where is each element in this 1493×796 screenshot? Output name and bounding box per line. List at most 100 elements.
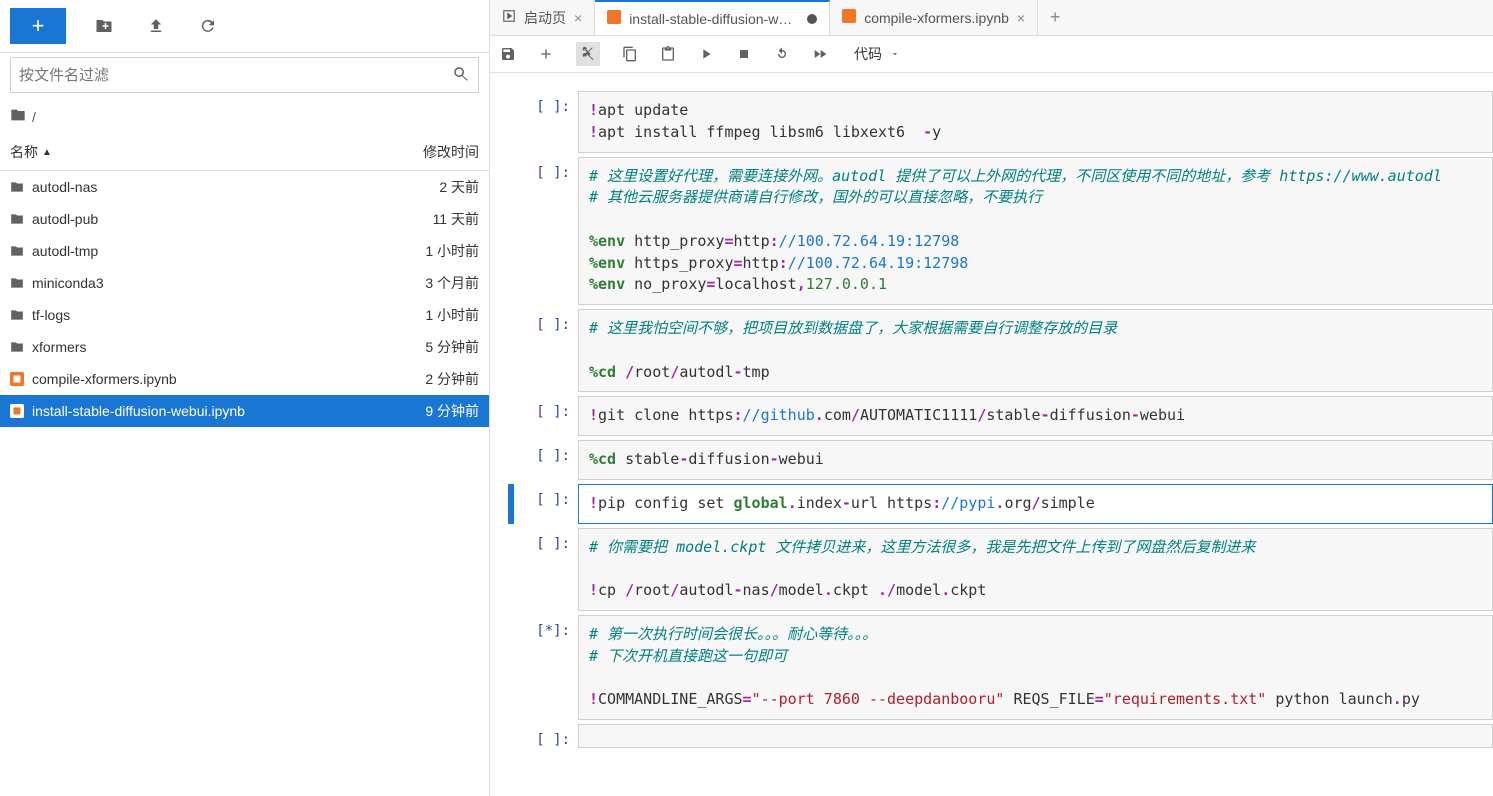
file-modified: 5 分钟前 bbox=[379, 337, 479, 357]
cut-icon[interactable] bbox=[576, 42, 600, 66]
chevron-down-icon bbox=[890, 46, 900, 62]
breadcrumb[interactable]: / bbox=[0, 101, 489, 134]
close-icon[interactable]: × bbox=[1017, 10, 1025, 26]
run-icon[interactable] bbox=[698, 46, 714, 62]
header-name[interactable]: 名称▲ bbox=[0, 134, 359, 170]
folder-icon bbox=[10, 180, 24, 194]
code-cell[interactable]: [ ]:# 你需要把 model.ckpt 文件拷贝进来，这里方法很多，我是先把… bbox=[490, 528, 1493, 611]
cell-prompt: [ ]: bbox=[520, 91, 578, 153]
file-row[interactable]: autodl-tmp 1 小时前 bbox=[0, 235, 489, 267]
breadcrumb-root: / bbox=[32, 109, 36, 125]
filter-input[interactable] bbox=[19, 67, 452, 84]
notebook-toolbar: 代码 bbox=[490, 36, 1493, 73]
code-cell[interactable]: [ ]:!pip config set global.index-url htt… bbox=[490, 484, 1493, 524]
cell-input[interactable]: # 你需要把 model.ckpt 文件拷贝进来，这里方法很多，我是先把文件上传… bbox=[578, 528, 1493, 611]
tab-label: install-stable-diffusion-webu bbox=[629, 11, 799, 27]
file-browser-sidebar: + / 名称▲ 修改时间 autodl-nas 2 天前 autodl-pub … bbox=[0, 0, 490, 796]
file-name: autodl-nas bbox=[32, 179, 379, 195]
cell-prompt: [ ]: bbox=[520, 309, 578, 392]
file-modified: 9 分钟前 bbox=[379, 401, 479, 421]
folder-icon bbox=[10, 212, 24, 226]
cell-input[interactable]: %cd stable-diffusion-webui bbox=[578, 440, 1493, 480]
file-list: autodl-nas 2 天前 autodl-pub 11 天前 autodl-… bbox=[0, 171, 489, 796]
code-cell[interactable]: [ ]:%cd stable-diffusion-webui bbox=[490, 440, 1493, 480]
cell-input[interactable]: # 第一次执行时间会很长。。。耐心等待。。。 # 下次开机直接跑这一句即可 !C… bbox=[578, 615, 1493, 720]
file-name: tf-logs bbox=[32, 307, 379, 323]
code-cell[interactable]: [ ]: bbox=[490, 724, 1493, 748]
tab-label: 启动页 bbox=[524, 8, 566, 28]
notebook-icon bbox=[10, 372, 24, 386]
cell-prompt: [ ]: bbox=[520, 724, 578, 748]
copy-icon[interactable] bbox=[622, 46, 638, 62]
main-panel: 启动页 × install-stable-diffusion-webu compi… bbox=[490, 0, 1493, 796]
file-row[interactable]: autodl-pub 11 天前 bbox=[0, 203, 489, 235]
cell-input[interactable]: !git clone https://github.com/AUTOMATIC1… bbox=[578, 396, 1493, 436]
new-folder-icon[interactable] bbox=[90, 12, 118, 40]
search-icon bbox=[452, 65, 470, 86]
file-name: xformers bbox=[32, 339, 379, 355]
file-row[interactable]: compile-xformers.ipynb 2 分钟前 bbox=[0, 363, 489, 395]
file-list-header: 名称▲ 修改时间 bbox=[0, 134, 489, 171]
sidebar-toolbar: + bbox=[0, 0, 489, 53]
file-modified: 3 个月前 bbox=[379, 273, 479, 293]
cell-prompt: [ ]: bbox=[520, 528, 578, 611]
cell-input[interactable] bbox=[578, 724, 1493, 748]
restart-icon[interactable] bbox=[774, 46, 790, 62]
sort-asc-icon: ▲ bbox=[42, 147, 52, 158]
file-name: miniconda3 bbox=[32, 275, 379, 291]
close-icon[interactable]: × bbox=[574, 10, 582, 26]
cell-input[interactable]: # 这里设置好代理，需要连接外网。autodl 提供了可以上外网的代理，不同区使… bbox=[578, 157, 1493, 306]
cell-type-select[interactable]: 代码 bbox=[854, 44, 900, 64]
cell-prompt: [ ]: bbox=[520, 484, 578, 524]
save-icon[interactable] bbox=[500, 46, 516, 62]
upload-icon[interactable] bbox=[142, 12, 170, 40]
cell-prompt: [ ]: bbox=[520, 440, 578, 480]
insert-cell-icon[interactable] bbox=[538, 46, 554, 62]
cell-prompt: [*]: bbox=[520, 615, 578, 720]
file-row[interactable]: install-stable-diffusion-webui.ipynb 9 分… bbox=[0, 395, 489, 427]
code-cell[interactable]: [ ]:# 这里我怕空间不够，把项目放到数据盘了，大家根据需要自行调整存放的目录… bbox=[490, 309, 1493, 392]
tab[interactable]: compile-xformers.ipynb × bbox=[830, 0, 1038, 35]
file-name: autodl-pub bbox=[32, 211, 379, 227]
folder-icon bbox=[10, 244, 24, 258]
file-row[interactable]: tf-logs 1 小时前 bbox=[0, 299, 489, 331]
cell-input[interactable]: !pip config set global.index-url https:/… bbox=[578, 484, 1493, 524]
header-modified[interactable]: 修改时间 bbox=[359, 134, 489, 170]
folder-icon bbox=[10, 276, 24, 290]
cell-input[interactable]: !apt update !apt install ffmpeg libsm6 l… bbox=[578, 91, 1493, 153]
file-modified: 1 小时前 bbox=[379, 241, 479, 261]
launcher-icon bbox=[502, 9, 516, 26]
folder-icon bbox=[10, 308, 24, 322]
file-name: install-stable-diffusion-webui.ipynb bbox=[32, 403, 379, 419]
file-row[interactable]: xformers 5 分钟前 bbox=[0, 331, 489, 363]
folder-icon bbox=[10, 340, 24, 354]
file-row[interactable]: miniconda3 3 个月前 bbox=[0, 267, 489, 299]
cell-prompt: [ ]: bbox=[520, 157, 578, 306]
add-tab-button[interactable]: + bbox=[1038, 0, 1072, 35]
filter-input-wrapper bbox=[10, 57, 479, 93]
refresh-icon[interactable] bbox=[194, 12, 222, 40]
run-all-icon[interactable] bbox=[812, 46, 828, 62]
code-cell[interactable]: [ ]:# 这里设置好代理，需要连接外网。autodl 提供了可以上外网的代理，… bbox=[490, 157, 1493, 306]
dirty-indicator bbox=[807, 14, 817, 24]
tab-label: compile-xformers.ipynb bbox=[864, 10, 1009, 26]
notebook-icon bbox=[10, 404, 24, 418]
file-name: autodl-tmp bbox=[32, 243, 379, 259]
cell-input[interactable]: # 这里我怕空间不够，把项目放到数据盘了，大家根据需要自行调整存放的目录 %cd… bbox=[578, 309, 1493, 392]
notebook-icon bbox=[842, 9, 856, 26]
code-cell[interactable]: [ ]:!apt update !apt install ffmpeg libs… bbox=[490, 91, 1493, 153]
tab[interactable]: install-stable-diffusion-webu bbox=[595, 0, 830, 35]
code-cell[interactable]: [ ]:!git clone https://github.com/AUTOMA… bbox=[490, 396, 1493, 436]
notebook-icon bbox=[607, 10, 621, 27]
folder-icon bbox=[10, 107, 26, 126]
new-button[interactable]: + bbox=[10, 8, 66, 44]
code-cell[interactable]: [*]:# 第一次执行时间会很长。。。耐心等待。。。 # 下次开机直接跑这一句即… bbox=[490, 615, 1493, 720]
cell-prompt: [ ]: bbox=[520, 396, 578, 436]
file-modified: 11 天前 bbox=[379, 209, 479, 229]
stop-icon[interactable] bbox=[736, 46, 752, 62]
paste-icon[interactable] bbox=[660, 46, 676, 62]
file-modified: 1 小时前 bbox=[379, 305, 479, 325]
tab[interactable]: 启动页 × bbox=[490, 0, 595, 35]
file-row[interactable]: autodl-nas 2 天前 bbox=[0, 171, 489, 203]
file-modified: 2 天前 bbox=[379, 177, 479, 197]
